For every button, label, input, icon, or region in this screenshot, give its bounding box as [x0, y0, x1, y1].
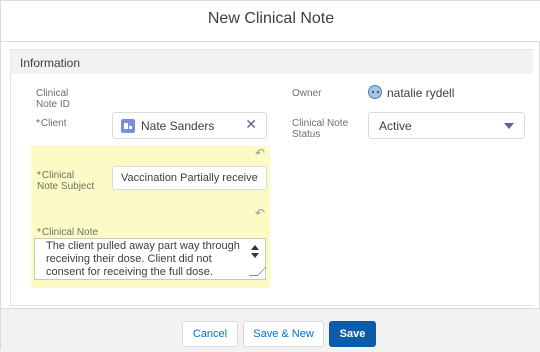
required-marker: * [37, 170, 41, 181]
scroll-down-icon[interactable] [251, 253, 259, 258]
status-value: Active [379, 119, 412, 133]
subject-value: Vaccination Partially receive [121, 172, 258, 184]
owner-value[interactable]: natalie rydell [387, 86, 454, 100]
clinical-note-textarea[interactable]: The client pulled away part way through … [34, 238, 267, 280]
modal-title: New Clinical Note [207, 10, 335, 27]
undo-icon[interactable]: ↶ [255, 146, 265, 160]
new-clinical-note-modal: New Clinical Note Information Clinical N… [0, 0, 540, 352]
modal-header: New Clinical Note [1, 1, 540, 42]
contact-record-icon [121, 119, 135, 133]
section-header[interactable]: Information [11, 50, 533, 74]
chevron-down-icon [504, 123, 514, 129]
subject-input[interactable]: Vaccination Partially receive [112, 166, 267, 190]
client-value: Nate Sanders [141, 119, 215, 133]
clinical-note-value: The client pulled away part way through … [46, 240, 240, 278]
note-label: *Clinical Note [37, 227, 98, 238]
modal-footer: Cancel Save & New Save [1, 308, 540, 352]
user-avatar-icon [368, 85, 382, 99]
scroll-up-icon[interactable] [251, 245, 259, 250]
required-marker: * [37, 227, 41, 238]
save-new-button[interactable]: Save & New [243, 321, 324, 347]
owner-label: Owner [292, 88, 322, 99]
undo-icon[interactable]: ↶ [255, 206, 265, 220]
section-title: Information [20, 56, 81, 70]
status-select[interactable]: Active [368, 112, 525, 139]
client-label: *Client [36, 118, 66, 129]
subject-label-text: Clinical Note Subject [37, 170, 95, 192]
cancel-button[interactable]: Cancel [182, 321, 238, 347]
clinical-note-id-label: Clinical Note ID [36, 88, 70, 110]
client-lookup-field[interactable]: Nate Sanders ✕ [112, 112, 267, 139]
resize-handle-icon[interactable] [248, 267, 267, 276]
status-label: Clinical Note Status [292, 118, 349, 140]
close-icon[interactable]: ✕ [245, 116, 257, 133]
save-button[interactable]: Save [329, 321, 376, 347]
note-label-text: Clinical Note [41, 227, 99, 238]
required-marker: * [36, 118, 40, 129]
client-label-text: Client [40, 118, 67, 129]
subject-label: *Clinical Note Subject [37, 170, 97, 192]
